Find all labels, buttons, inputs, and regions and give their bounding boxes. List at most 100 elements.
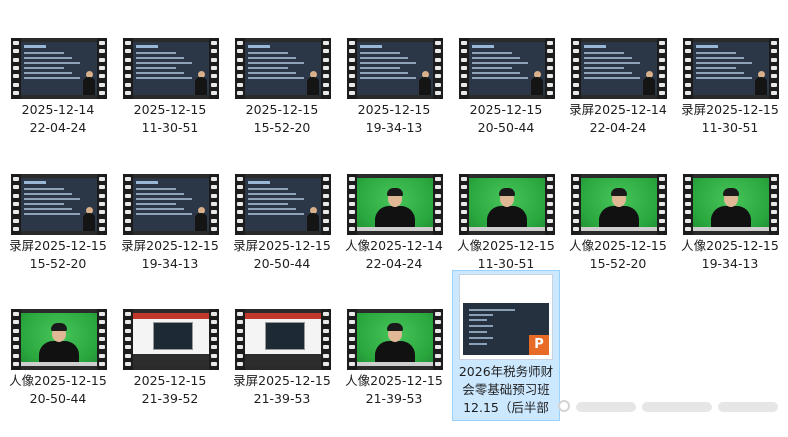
video-file-item[interactable]: 录屏2025-12-14 22-04-24: [564, 34, 672, 166]
video-file-item[interactable]: 录屏2025-12-15 15-52-20: [4, 170, 112, 302]
film-hole: [349, 218, 355, 223]
slide-text-line: [472, 57, 520, 59]
ppt-file-item[interactable]: P 2026年税务师财 会零基础预习班 12.15（后半部: [452, 270, 560, 421]
slide-text-line: [248, 62, 304, 64]
film-hole: [99, 210, 105, 215]
video-thumbnail[interactable]: [11, 309, 107, 370]
video-file-item[interactable]: 录屏2025-12-15 11-30-51: [676, 34, 784, 166]
slide-text-line: [360, 67, 400, 69]
slide-text-line: [584, 57, 632, 59]
presenter-body: [307, 77, 319, 95]
video-thumbnail[interactable]: [571, 38, 667, 99]
film-hole: [349, 177, 355, 181]
presenter-hair: [51, 323, 67, 331]
presenter: [531, 71, 543, 95]
film-hole: [573, 49, 579, 54]
file-name-line: 录屏2025-12-15: [233, 373, 331, 388]
film-hole: [435, 312, 441, 316]
video-thumbnail[interactable]: [683, 174, 779, 235]
file-name-line: 11-30-51: [701, 120, 759, 135]
film-hole: [237, 201, 243, 206]
film-hole: [685, 193, 691, 198]
film-hole: [99, 185, 105, 190]
film-hole: [99, 65, 105, 70]
film-hole: [211, 90, 217, 95]
file-name-line: 2026年税务师财: [458, 364, 554, 379]
film-hole: [211, 177, 217, 181]
film-hole: [659, 65, 665, 70]
video-file-item[interactable]: 人像2025-12-15 19-34-13: [676, 170, 784, 302]
video-file-item[interactable]: 录屏2025-12-15 21-39-53: [228, 305, 336, 437]
file-name: 录屏2025-12-15 11-30-51: [677, 101, 783, 137]
video-file-item[interactable]: 人像2025-12-15 20-50-44: [4, 305, 112, 437]
video-file-item[interactable]: 2025-12-15 21-39-52: [116, 305, 224, 437]
video-thumbnail[interactable]: [11, 38, 107, 99]
file-name-line: 21-39-53: [253, 391, 311, 406]
file-name: 2025-12-15 15-52-20: [229, 101, 335, 137]
video-file-item[interactable]: 2025-12-15 15-52-20: [228, 34, 336, 166]
slide-heading: [696, 45, 718, 48]
video-thumbnail[interactable]: [123, 309, 219, 370]
slide-text-line: [24, 193, 72, 195]
film-hole: [323, 74, 329, 79]
video-thumbnail[interactable]: [235, 309, 331, 370]
film-hole: [547, 226, 553, 231]
video-thumbnail[interactable]: [683, 38, 779, 99]
video-file-item[interactable]: 2025-12-15 11-30-51: [116, 34, 224, 166]
film-hole: [99, 361, 105, 366]
video-file-item[interactable]: 录屏2025-12-15 20-50-44: [228, 170, 336, 302]
film-hole: [125, 49, 131, 54]
film-hole: [573, 74, 579, 79]
film-perforation: [123, 309, 133, 370]
video-file-item[interactable]: 人像2025-12-14 22-04-24: [340, 170, 448, 302]
presenter-hair: [387, 188, 403, 196]
video-thumbnail[interactable]: [347, 174, 443, 235]
film-hole: [659, 90, 665, 95]
film-hole: [125, 82, 131, 87]
video-file-item[interactable]: 2025-12-15 19-34-13: [340, 34, 448, 166]
film-hole: [771, 82, 777, 87]
presenter-body: [307, 213, 319, 231]
slide-heading: [248, 181, 270, 184]
film-hole: [435, 57, 441, 62]
file-name-line: 22-04-24: [29, 120, 87, 135]
video-thumbnail[interactable]: [347, 309, 443, 370]
film-hole: [13, 320, 19, 325]
slide-text-line: [24, 67, 64, 69]
video-thumbnail[interactable]: [459, 38, 555, 99]
video-thumbnail[interactable]: [459, 174, 555, 235]
video-file-item[interactable]: 2025-12-14 22-04-24: [4, 34, 112, 166]
film-hole: [323, 185, 329, 190]
film-hole: [349, 320, 355, 325]
ppt-thumbnail[interactable]: P: [459, 274, 553, 360]
video-frame: [581, 178, 657, 231]
video-thumbnail[interactable]: [347, 38, 443, 99]
video-thumbnail[interactable]: [11, 174, 107, 235]
slide-text-line: [360, 72, 408, 74]
film-hole: [547, 74, 553, 79]
screen-header: [133, 313, 209, 319]
video-file-item[interactable]: 人像2025-12-15 21-39-53: [340, 305, 448, 437]
file-name: 录屏2025-12-15 19-34-13: [117, 237, 223, 273]
slide-text-line: [469, 319, 487, 321]
film-hole: [461, 57, 467, 62]
video-thumbnail[interactable]: [235, 38, 331, 99]
film-hole: [323, 65, 329, 70]
film-hole: [211, 320, 217, 325]
video-thumbnail[interactable]: [123, 38, 219, 99]
video-thumbnail[interactable]: [571, 174, 667, 235]
slide-text-line: [248, 72, 296, 74]
film-perforation: [545, 174, 555, 235]
video-file-item[interactable]: 录屏2025-12-15 19-34-13: [116, 170, 224, 302]
film-perforation: [97, 38, 107, 99]
file-name: 2026年税务师财 会零基础预习班 12.15（后半部: [455, 363, 557, 417]
file-name-line: 录屏2025-12-15: [681, 102, 779, 117]
film-perforation: [11, 38, 21, 99]
video-thumbnail[interactable]: [123, 174, 219, 235]
video-thumbnail[interactable]: [235, 174, 331, 235]
film-hole: [547, 41, 553, 45]
video-file-item[interactable]: 2025-12-15 20-50-44: [452, 34, 560, 166]
film-hole: [573, 218, 579, 223]
file-name-line: 人像2025-12-15: [345, 373, 443, 388]
video-file-item[interactable]: 人像2025-12-15 15-52-20: [564, 170, 672, 302]
